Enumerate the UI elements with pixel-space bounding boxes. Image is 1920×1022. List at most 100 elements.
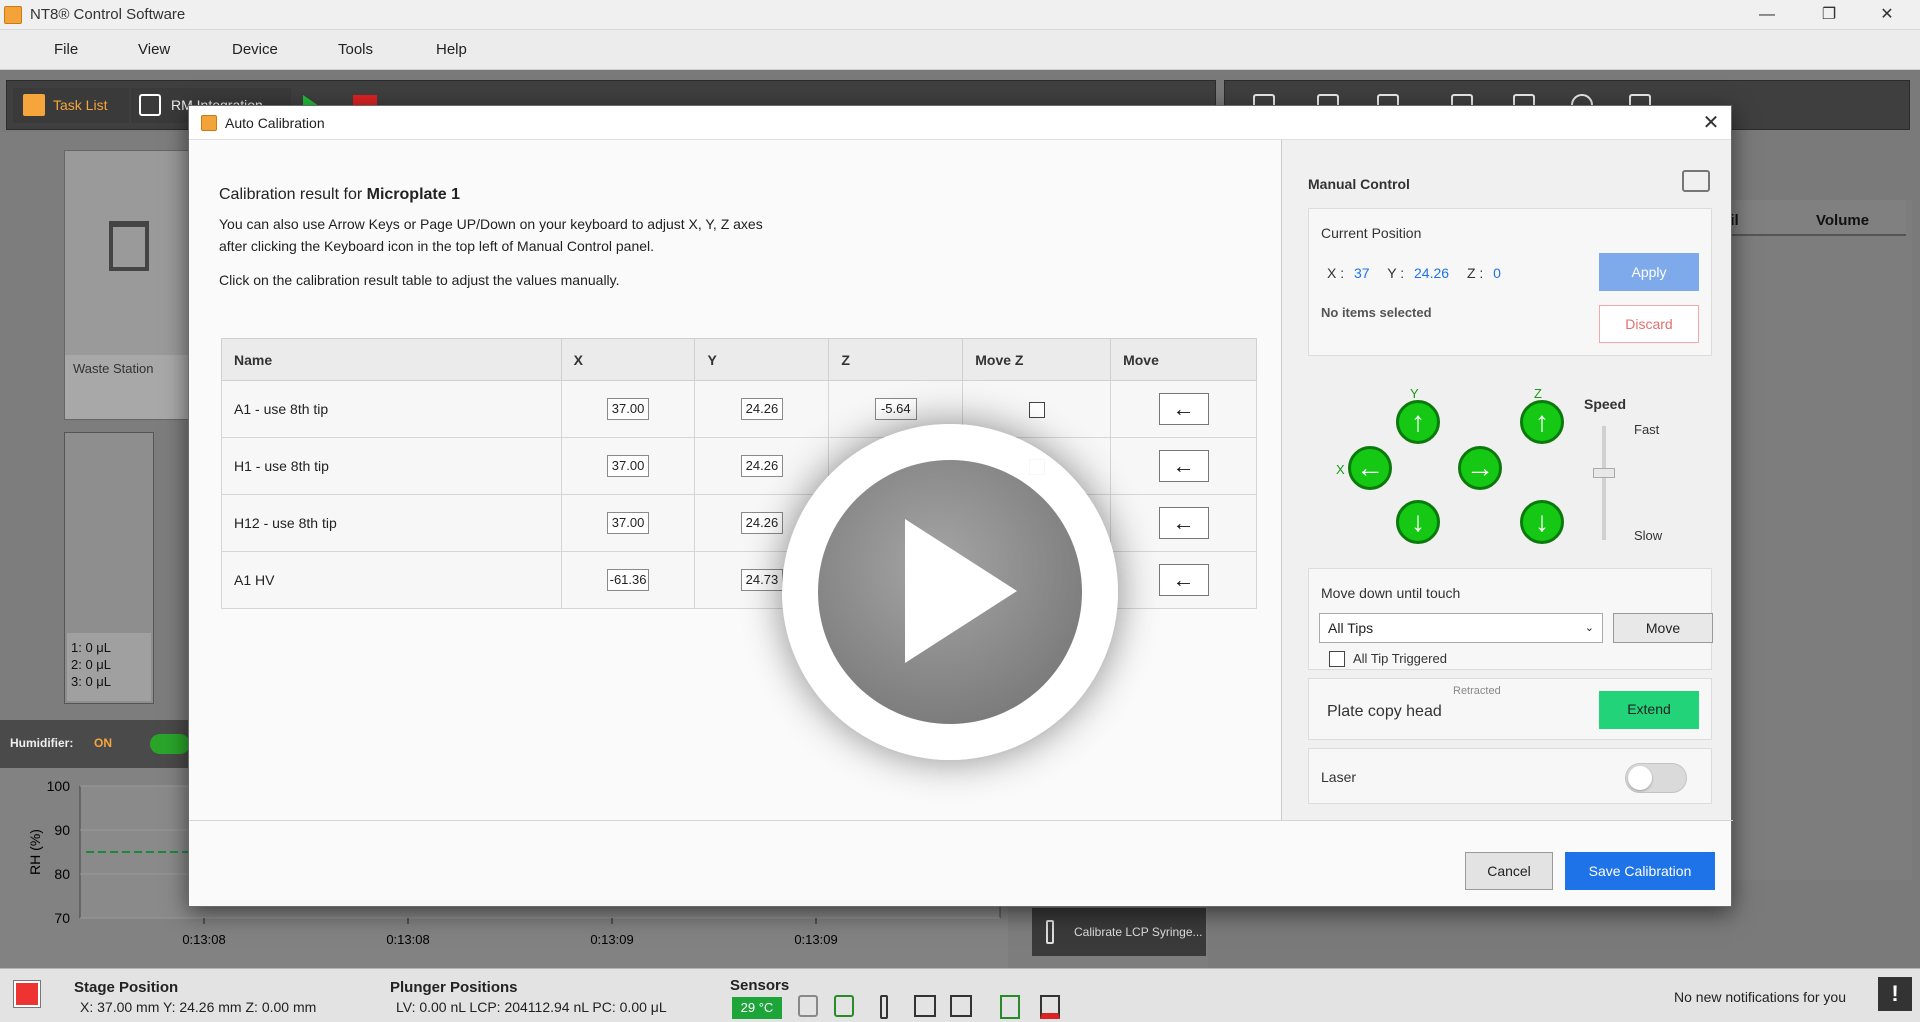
row-move-cell: ← [1110, 551, 1257, 609]
menu-device[interactable]: Device [232, 41, 278, 58]
humidifier-label: Humidifier: [10, 736, 74, 750]
tips-status-icon-1[interactable] [914, 995, 936, 1017]
calibrate-lcp-label: Calibrate LCP Syringe... [1074, 925, 1203, 939]
col-y: Y [694, 338, 830, 381]
table-row[interactable]: H1 - use 8th tip 37.00 24.26 ← [221, 437, 1257, 495]
plunger-positions-title: Plunger Positions [390, 979, 518, 996]
dialog-titlebar: Auto Calibration ✕ [189, 106, 1731, 140]
menu-file[interactable]: File [54, 41, 78, 58]
move-to-position-button[interactable]: ← [1158, 393, 1209, 425]
row-move-cell: ← [1110, 380, 1257, 438]
notification-alert-icon[interactable]: ! [1878, 977, 1912, 1011]
laser-box: Laser [1308, 748, 1712, 804]
discard-button[interactable]: Discard [1599, 305, 1699, 343]
status-bar: Stage Position X: 37.00 mm Y: 24.26 mm Z… [0, 968, 1920, 1022]
keyboard-icon[interactable] [1682, 170, 1710, 192]
heading-target: Microplate 1 [366, 186, 460, 203]
speed-slow-label: Slow [1634, 528, 1663, 543]
row-move-cell: ← [1110, 494, 1257, 552]
move-to-position-button[interactable]: ← [1158, 564, 1209, 596]
calibration-heading: Calibration result for Microplate 1 [219, 186, 460, 204]
all-tip-triggered-checkbox[interactable] [1329, 651, 1345, 667]
y-up-arrow[interactable]: ↑ [1396, 400, 1440, 444]
minimize-icon[interactable]: — [1752, 4, 1782, 26]
menu-tools[interactable]: Tools [338, 41, 373, 58]
row-y-cell: 24.26 [694, 380, 830, 438]
volume-line-2: 2: 0 μL [71, 657, 112, 672]
apply-button[interactable]: Apply [1599, 253, 1699, 291]
col-x: X [560, 338, 696, 381]
syringe-status-icon[interactable] [880, 995, 888, 1019]
speed-slider-thumb[interactable] [1593, 468, 1615, 478]
task-list-button[interactable]: Task List [13, 88, 129, 123]
move-to-position-button[interactable]: ← [1158, 507, 1209, 539]
restore-icon[interactable]: ❐ [1814, 4, 1844, 26]
laser-toggle[interactable] [1625, 763, 1687, 793]
row-z-value[interactable]: -5.64 [874, 398, 917, 420]
menu-help[interactable]: Help [436, 41, 467, 58]
save-calibration-button[interactable]: Save Calibration [1565, 852, 1715, 890]
dialog-close-icon[interactable]: ✕ [1697, 110, 1725, 136]
retracted-label: Retracted [1453, 685, 1501, 697]
sensor-icon-2[interactable] [834, 995, 854, 1017]
col-name: Name [221, 338, 562, 381]
rm-integration-icon [139, 94, 161, 116]
row-x-value[interactable]: 37.00 [607, 512, 650, 534]
chart-x-tick-label: 0:13:09 [794, 932, 837, 947]
task-list-icon [23, 94, 45, 116]
z-up-arrow[interactable]: ↑ [1520, 400, 1564, 444]
trash-icon [109, 221, 149, 271]
x-left-arrow[interactable]: ← [1348, 446, 1392, 490]
cancel-button[interactable]: Cancel [1465, 852, 1553, 890]
row-y-value[interactable]: 24.26 [740, 512, 783, 534]
extend-button[interactable]: Extend [1599, 691, 1699, 729]
chart-x-tick-label: 0:13:08 [182, 932, 225, 947]
tips-select[interactable]: All Tips ⌄ [1319, 613, 1603, 643]
row-x-value[interactable]: -61.36 [606, 569, 650, 591]
row-x-value[interactable]: 37.00 [607, 398, 650, 420]
axis-x-label: X [1336, 462, 1345, 477]
task-list-label: Task List [53, 97, 108, 113]
row-y-value[interactable]: 24.73 [740, 569, 783, 591]
manual-control-title: Manual Control [1308, 176, 1410, 192]
humidifier-toggle[interactable] [150, 734, 190, 754]
chart-x-tick-label: 0:13:08 [386, 932, 429, 947]
speed-fast-label: Fast [1634, 422, 1660, 437]
instructions-line-3: Click on the calibration result table to… [219, 272, 620, 288]
row-move-cell: ← [1110, 437, 1257, 495]
x-value: 37 [1354, 265, 1370, 281]
move-button[interactable]: Move [1613, 613, 1713, 643]
move-to-position-button[interactable]: ← [1158, 450, 1209, 482]
axis-z-label: Z [1534, 386, 1542, 401]
speed-slider-track[interactable] [1593, 426, 1615, 540]
calibrate-lcp-task[interactable]: Calibrate LCP Syringe... [1032, 908, 1206, 956]
stop-indicator-icon[interactable] [13, 980, 41, 1008]
table-row[interactable]: A1 - use 8th tip 37.00 24.26 -5.64 ← [221, 380, 1257, 438]
close-window-icon[interactable]: ✕ [1872, 4, 1902, 26]
x-right-arrow[interactable]: → [1458, 446, 1502, 490]
y-down-arrow[interactable]: ↓ [1396, 500, 1440, 544]
notifications-text: No new notifications for you [1674, 989, 1846, 1005]
sensor-icon-1[interactable] [798, 995, 818, 1017]
stage-position-values: X: 37.00 mm Y: 24.26 mm Z: 0.00 mm [80, 999, 317, 1015]
instructions-line-2: after clicking the Keyboard icon in the … [219, 238, 655, 254]
waste-station-tile[interactable]: Waste Station [64, 150, 194, 420]
waste-status-icon[interactable] [1040, 995, 1060, 1019]
row-y-value[interactable]: 24.26 [740, 398, 783, 420]
y-label: Y : [1387, 265, 1405, 281]
volume-line-3: 3: 0 μL [71, 674, 112, 689]
stage-position-title: Stage Position [74, 979, 179, 996]
plunger-positions-values: LV: 0.00 nL LCP: 204112.94 nL PC: 0.00 μ… [396, 999, 667, 1015]
move-z-checkbox[interactable] [1028, 401, 1045, 418]
menu-view[interactable]: View [138, 41, 170, 58]
chart-y-tick-label: 80 [54, 866, 70, 882]
play-icon[interactable] [905, 519, 1017, 663]
z-down-arrow[interactable]: ↓ [1520, 500, 1564, 544]
clipboard-status-icon[interactable] [1000, 995, 1020, 1019]
row-y-value[interactable]: 24.26 [740, 455, 783, 477]
row-x-cell: 37.00 [560, 437, 696, 495]
row-x-value[interactable]: 37.00 [607, 455, 650, 477]
chart-y-tick-label: 100 [47, 778, 71, 794]
tip-rack[interactable]: 1: 0 μL 2: 0 μL 3: 0 μL [64, 432, 154, 704]
tips-status-icon-2[interactable] [950, 995, 972, 1017]
